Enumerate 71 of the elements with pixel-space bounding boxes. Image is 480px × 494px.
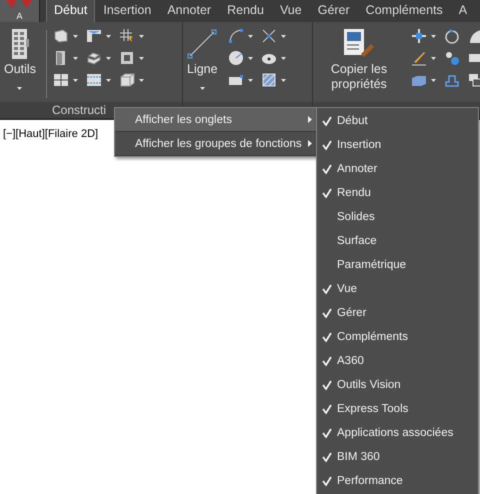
menu-item[interactable]: Rendu	[317, 181, 478, 205]
arc-icon[interactable]	[468, 28, 480, 44]
menu-item[interactable]: Outils Vision	[317, 373, 478, 397]
caret-icon[interactable]	[106, 78, 111, 82]
menu-item[interactable]: Surface	[317, 229, 478, 253]
menu-item[interactable]: Paramétrique	[317, 253, 478, 277]
submenu-arrow-icon	[308, 140, 312, 147]
caret-icon[interactable]	[431, 34, 436, 38]
tool-button[interactable]: Copier les propriétés	[313, 26, 405, 92]
layers-icon[interactable]	[468, 72, 480, 88]
caret-icon[interactable]	[431, 78, 436, 82]
caret-icon[interactable]	[200, 87, 205, 90]
panel-icon[interactable]	[86, 72, 102, 88]
tool-button[interactable]: Ligne	[183, 26, 222, 94]
line-icon	[187, 29, 218, 59]
logo-icon	[4, 0, 34, 8]
menu-item[interactable]: Express Tools	[317, 397, 478, 421]
ribbon-tab[interactable]: Gérer	[310, 0, 358, 22]
menu-item[interactable]: Afficher les onglets	[115, 108, 316, 132]
menu-item[interactable]: Début	[317, 109, 478, 133]
ribbon-tab[interactable]: Rendu	[219, 0, 272, 22]
ribbon-tab[interactable]: Annoter	[159, 0, 220, 22]
tool-button[interactable]: Outils	[0, 26, 40, 94]
caret-icon[interactable]	[72, 56, 78, 60]
caret-icon[interactable]	[106, 34, 111, 38]
hatch-icon[interactable]	[260, 72, 277, 88]
frame-icon[interactable]	[86, 28, 102, 44]
caret-icon[interactable]	[431, 56, 436, 60]
caret-icon[interactable]	[248, 56, 253, 60]
caret-icon[interactable]	[280, 56, 286, 60]
ribbon-tab[interactable]: A	[450, 0, 476, 22]
cube-icon[interactable]	[118, 72, 135, 88]
square-icon[interactable]	[118, 50, 135, 66]
lines-icon[interactable]	[260, 28, 277, 44]
caret-icon[interactable]	[280, 34, 286, 38]
menu-item[interactable]: Vue	[317, 277, 478, 301]
menu-item[interactable]: BIM 360	[317, 445, 478, 469]
caret-icon[interactable]	[72, 34, 78, 38]
menu-item[interactable]: Annoter	[317, 157, 478, 181]
caret-icon[interactable]	[106, 56, 111, 60]
grid-icon[interactable]	[118, 28, 135, 44]
move-icon[interactable]	[411, 28, 427, 44]
caret-icon[interactable]	[138, 78, 144, 82]
rectangle-icon[interactable]	[228, 72, 244, 88]
application-button[interactable]: A	[0, 0, 40, 22]
ribbon-tab[interactable]: Compléments	[358, 0, 451, 22]
caret-icon[interactable]	[138, 56, 144, 60]
arc-icon[interactable]	[228, 28, 244, 44]
menu-item[interactable]: Gérer	[317, 301, 478, 325]
ribbon-tab[interactable]: Vue	[272, 0, 310, 22]
caret-icon[interactable]	[72, 78, 78, 82]
ribbon-tab[interactable]: Début	[46, 0, 96, 22]
menu-item[interactable]: Performance	[317, 469, 478, 493]
caret-icon[interactable]	[138, 34, 144, 38]
viewport-label[interactable]: [−][Haut][Filaire 2D]	[3, 128, 98, 140]
caret-icon[interactable]	[248, 78, 253, 82]
menu-item[interactable]: Solides	[317, 205, 478, 229]
caret-icon[interactable]	[248, 34, 253, 38]
ribbon-tab[interactable]: Insertion	[95, 0, 160, 22]
caret-icon[interactable]	[280, 78, 286, 82]
menu-item[interactable]: A360	[317, 349, 478, 373]
building-icon	[10, 29, 29, 59]
rotate-icon[interactable]	[444, 28, 460, 44]
window-icon[interactable]	[52, 72, 69, 88]
menu-item[interactable]: Insertion	[317, 133, 478, 157]
properties-icon	[343, 28, 375, 60]
circle-icon[interactable]	[228, 50, 244, 66]
submenu-arrow-icon	[308, 116, 312, 123]
caret-icon[interactable]	[17, 87, 22, 90]
menu-item[interactable]: Compléments	[317, 325, 478, 349]
menu-item[interactable]: Applications associées	[317, 421, 478, 445]
